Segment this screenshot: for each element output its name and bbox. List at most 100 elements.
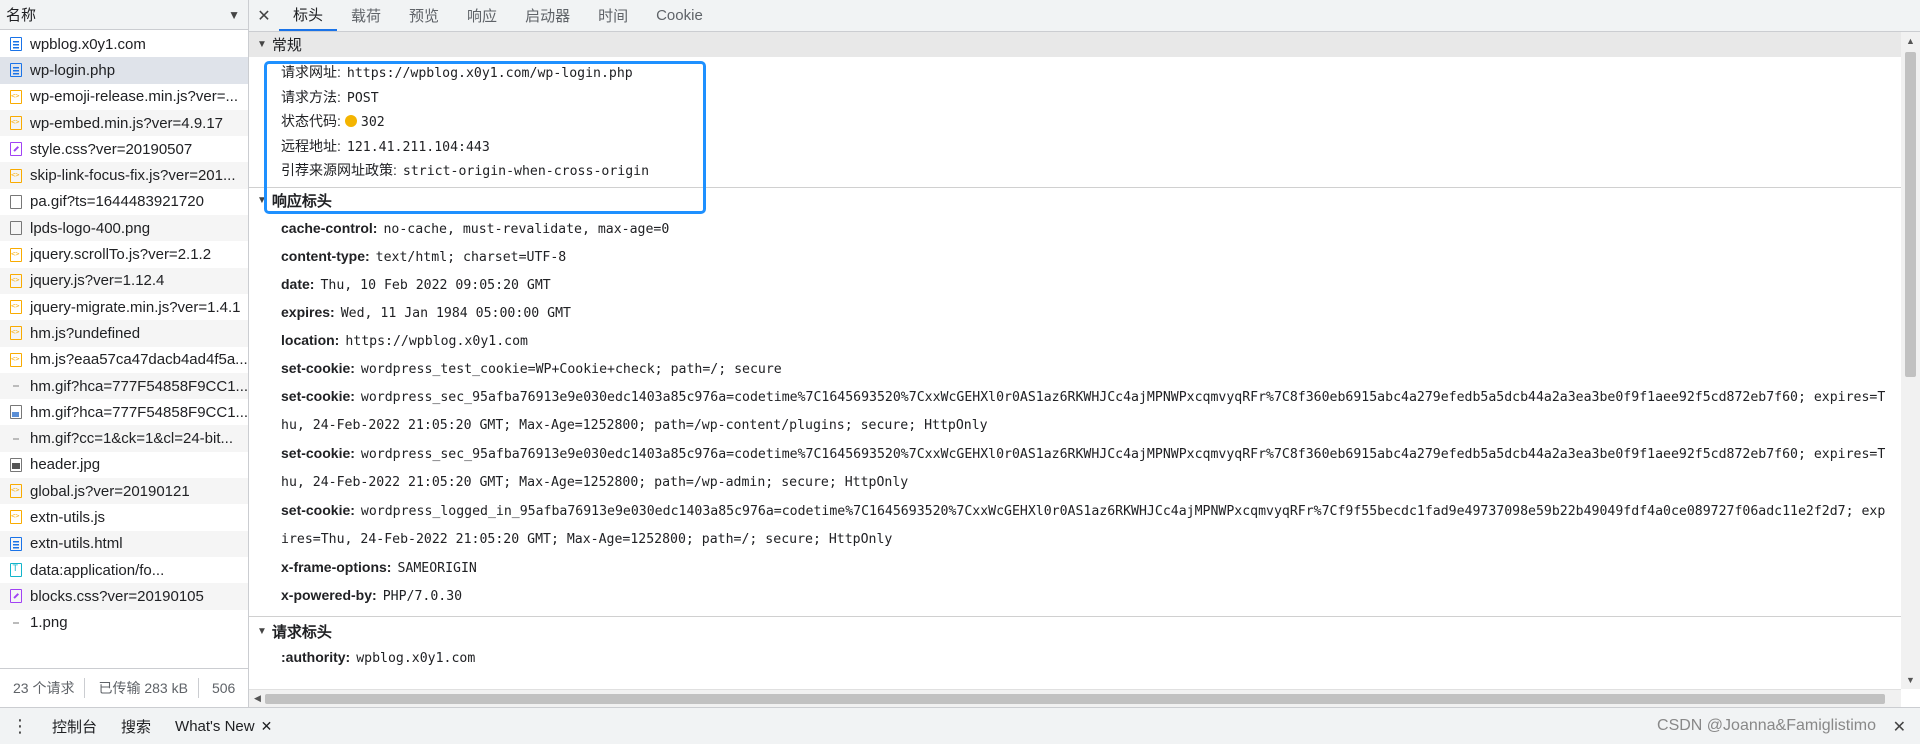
horizontal-scrollbar[interactable]: ◀ (249, 689, 1901, 708)
request-headers-title: 请求标头 (271, 623, 332, 641)
js-icon (10, 484, 22, 499)
header-key: 请求网址: (281, 64, 341, 80)
sort-arrow-icon[interactable]: ▼ (228, 8, 240, 22)
request-name: lpds-logo-400.png (30, 219, 151, 237)
collapse-triangle-icon[interactable]: ▼ (257, 39, 267, 50)
request-list-item[interactable]: hm.js?undefined (0, 320, 248, 347)
vertical-scrollbar[interactable]: ▲ ▼ (1901, 32, 1920, 689)
js-icon (10, 510, 22, 525)
name-column-label: 名称 (6, 7, 37, 24)
header-key: set-cookie: (281, 444, 355, 461)
close-tab-icon[interactable]: ✕ (261, 718, 273, 734)
header-value: https://wpblog.x0y1.com (345, 333, 528, 349)
scroll-thumb[interactable] (1905, 52, 1916, 377)
scroll-down-icon[interactable]: ▼ (1906, 675, 1915, 685)
header-row: x-frame-options: SAMEORIGIN (249, 554, 1901, 582)
js-icon (10, 300, 22, 315)
header-row: set-cookie: wordpress_sec_95afba76913e9e0… (249, 383, 1891, 440)
request-list-item[interactable]: extn-utils.js (0, 504, 248, 530)
request-list-item[interactable]: hm.gif?cc=1&ck=1&cl=24-bit... (0, 425, 248, 452)
request-list-item[interactable]: jquery-migrate.min.js?ver=1.4.1 (0, 294, 248, 320)
tab-3[interactable]: 响应 (453, 0, 511, 31)
scroll-left-icon[interactable]: ◀ (254, 693, 261, 704)
collapse-triangle-icon[interactable]: ▼ (257, 195, 267, 206)
request-name: wp-login.php (30, 61, 116, 79)
css-icon (10, 142, 22, 157)
header-key: cache-control: (281, 219, 378, 236)
header-value: Thu, 10 Feb 2022 09:05:20 GMT (320, 277, 551, 293)
tab-6[interactable]: Cookie (642, 0, 717, 31)
header-key: set-cookie: (281, 501, 355, 518)
request-name: hm.gif?cc=1&ck=1&cl=24-bit... (30, 430, 234, 448)
request-list-item[interactable]: global.js?ver=20190121 (0, 478, 248, 505)
header-key: 远程地址: (281, 137, 341, 154)
name-column-header[interactable]: 名称 ▼ (0, 0, 248, 30)
request-list-item[interactable]: lpds-logo-400.png (0, 215, 248, 242)
request-name: hm.gif?hca=777F54858F9CC1... (30, 377, 248, 395)
dot-icon (10, 379, 22, 393)
header-row: content-type: text/html; charset=UTF-8 (249, 243, 1901, 271)
status-warning-icon (344, 115, 357, 127)
request-list-item[interactable]: skip-link-focus-fix.js?ver=201... (0, 162, 248, 189)
collapse-triangle-icon[interactable]: ▼ (257, 626, 267, 637)
request-list-item[interactable]: wpblog.x0y1.com (0, 31, 248, 57)
more-menu-icon[interactable]: ⋮ (0, 716, 40, 737)
scroll-up-icon[interactable]: ▲ (1906, 36, 1915, 46)
header-key: x-frame-options: (281, 558, 392, 575)
header-key: content-type: (281, 247, 370, 264)
blank-icon (10, 221, 22, 236)
request-list-item[interactable]: header.jpg (0, 452, 248, 478)
js-icon (10, 273, 22, 288)
request-list-item[interactable]: jquery.js?ver=1.12.4 (0, 267, 248, 294)
header-row: 远程地址: 121.41.211.104:443 (249, 135, 1901, 160)
tab-2[interactable]: 预览 (395, 0, 453, 31)
js-icon (10, 247, 22, 262)
request-list-item[interactable]: blocks.css?ver=20190105 (0, 583, 248, 610)
header-value: 302 (360, 115, 385, 130)
response-headers-section-header[interactable]: ▼ 响应标头 (249, 188, 1901, 213)
request-name: pa.gif?ts=1644483921720 (30, 193, 204, 211)
request-list-item[interactable]: pa.gif?ts=1644483921720 (0, 189, 248, 215)
request-name: wp-emoji-release.min.js?ver=... (30, 88, 238, 106)
response-headers-title: 响应标头 (271, 192, 332, 210)
resources-size: 506 (211, 680, 236, 696)
general-section-header[interactable]: ▼ 常规 (249, 32, 1901, 57)
tab-4[interactable]: 启动器 (511, 0, 584, 31)
details-tabbar: ✕ 标头 载荷 预览 响应 启动器 时间 Cookie (249, 0, 1920, 32)
request-list-item[interactable]: data:application/fo... (0, 557, 248, 583)
request-name: wpblog.x0y1.com (30, 35, 146, 53)
header-value: text/html; charset=UTF-8 (375, 249, 567, 265)
request-list-item[interactable]: hm.gif?hca=777F54858F9CC1... (0, 372, 248, 400)
tab-5[interactable]: 时间 (584, 0, 642, 31)
request-name: data:application/fo... (30, 561, 165, 579)
header-key: location: (281, 331, 340, 348)
request-list-item[interactable]: wp-embed.min.js?ver=4.9.17 (0, 109, 248, 137)
scroll-thumb[interactable] (265, 694, 1885, 704)
request-list-item[interactable]: 1.png (0, 610, 248, 636)
header-value: wordpress_sec_95afba76913e9e030edc1403a8… (281, 389, 1886, 434)
tab-1[interactable]: 载荷 (337, 0, 395, 31)
drawer-tab-whats-new[interactable]: What's New ✕ (163, 718, 284, 735)
doc-icon (10, 63, 22, 78)
header-value: wpblog.x0y1.com (356, 650, 476, 666)
request-list-item[interactable]: wp-login.php (0, 57, 248, 84)
close-icon[interactable]: ✕ (249, 0, 279, 31)
header-row: 请求网址: https://wpblog.x0y1.com/wp-login.ph… (249, 61, 1901, 86)
tab-0[interactable]: 标头 (279, 0, 338, 31)
request-list-item[interactable]: hm.js?eaa57ca47dacb4ad4f5a... (0, 347, 248, 373)
request-name: jquery-migrate.min.js?ver=1.4.1 (30, 298, 241, 316)
request-list-item[interactable]: wp-emoji-release.min.js?ver=... (0, 84, 248, 110)
request-name: jquery.js?ver=1.12.4 (30, 272, 165, 290)
header-value: no-cache, must-revalidate, max-age=0 (383, 221, 670, 237)
close-drawer-icon[interactable]: ✕ (1893, 717, 1906, 737)
header-row: 状态代码: 302 (249, 110, 1901, 135)
request-list-item[interactable]: style.css?ver=20190507 (0, 136, 248, 162)
response-headers-section: cache-control: no-cache, must-revalidate,… (249, 213, 1901, 610)
request-list-item[interactable]: jquery.scrollTo.js?ver=2.1.2 (0, 241, 248, 267)
request-list-item[interactable]: extn-utils.html (0, 530, 248, 557)
drawer-tab-console[interactable]: 控制台 (40, 716, 109, 737)
request-headers-section-header[interactable]: ▼ 请求标头 (249, 619, 1901, 644)
drawer-tab-search[interactable]: 搜索 (109, 716, 163, 737)
header-value: wordpress_sec_95afba76913e9e030edc1403a8… (281, 446, 1886, 491)
request-list-item[interactable]: hm.gif?hca=777F54858F9CC1... (0, 399, 248, 425)
